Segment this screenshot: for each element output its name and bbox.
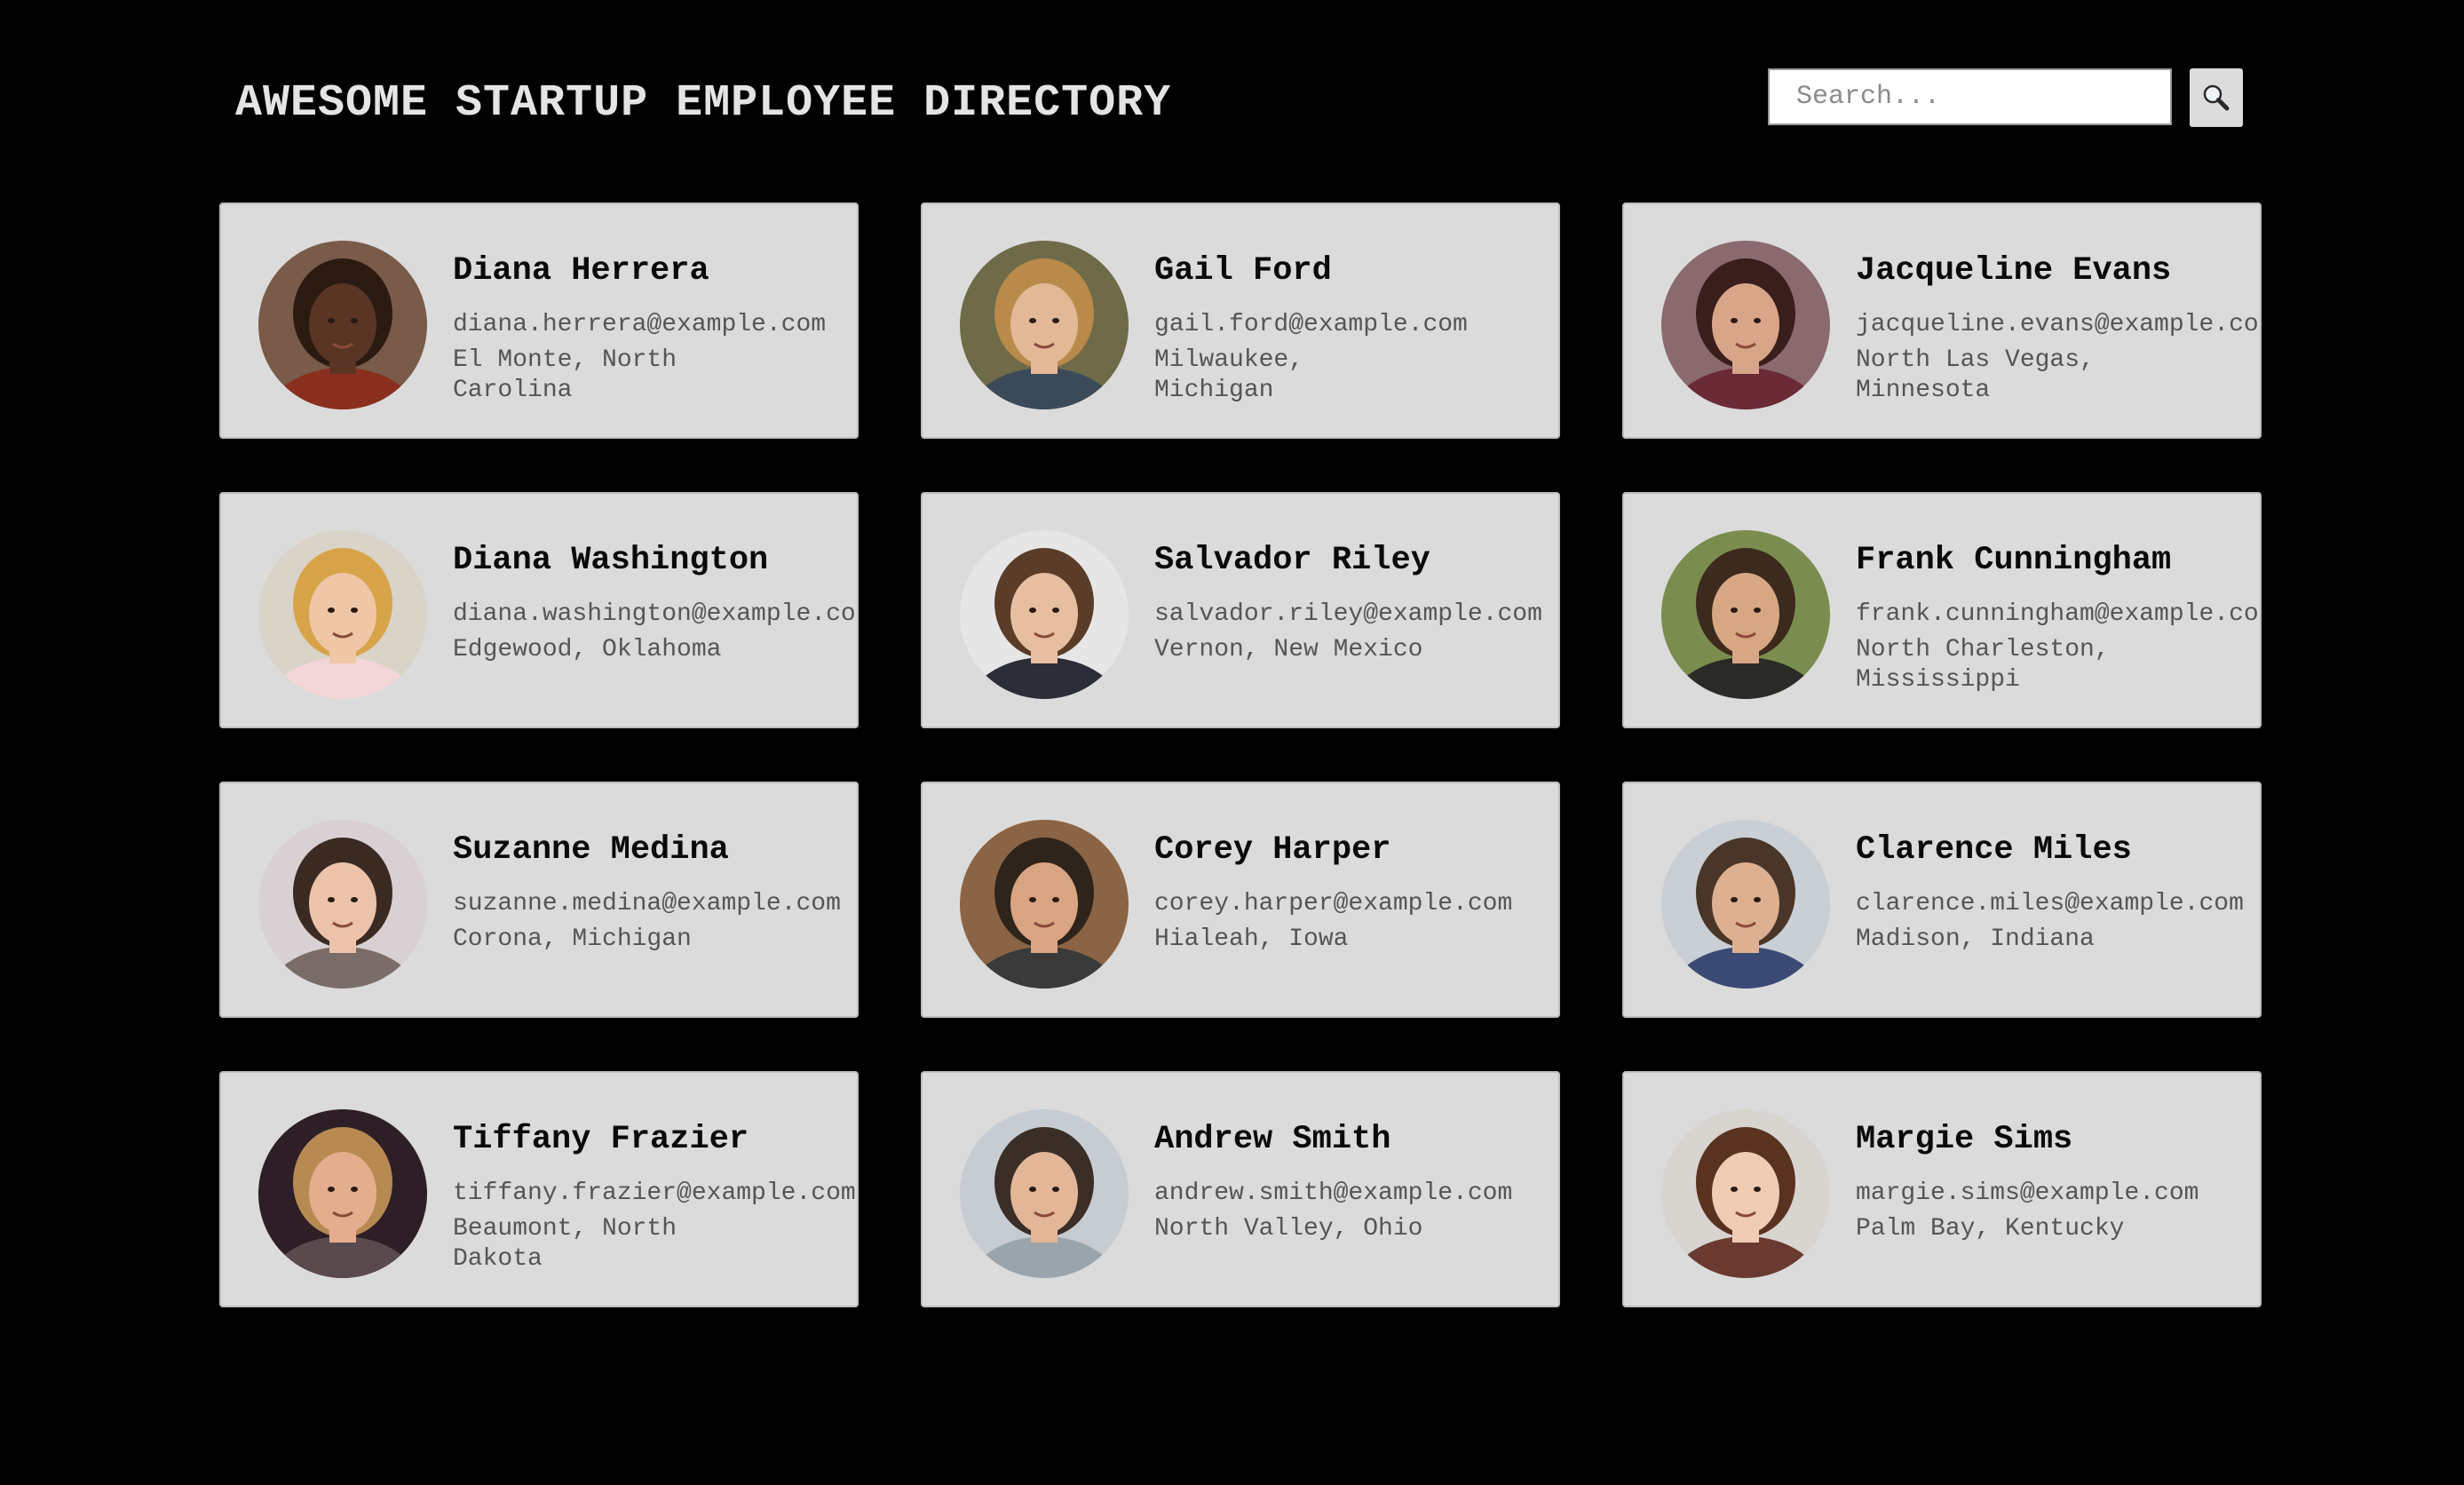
employee-card[interactable]: Tiffany Frazier tiffany.frazier@example.c… <box>219 1071 859 1307</box>
employee-card[interactable]: Andrew Smith andrew.smith@example.com Nort… <box>921 1071 1560 1307</box>
employee-card[interactable]: Diana Herrera diana.herrera@example.com El… <box>219 202 859 439</box>
employee-info: Jacqueline Evans jacqueline.evans@example… <box>1856 250 2260 406</box>
employee-email: suzanne.medina@example.com <box>453 890 841 918</box>
employee-card[interactable]: Corey Harper corey.harper@example.com Hial… <box>921 782 1560 1018</box>
employee-name: Frank Cunningham <box>1856 542 2172 579</box>
employee-email: tiffany.frazier@example.com <box>453 1179 856 1208</box>
employee-location: Milwaukee, Michigan <box>1154 346 1304 405</box>
magnifier-icon <box>2203 84 2230 111</box>
employee-card[interactable]: Jacqueline Evans jacqueline.evans@example… <box>1622 202 2262 439</box>
employee-email: salvador.riley@example.com <box>1154 600 1542 629</box>
employee-info: Clarence Miles clarence.miles@example.com… <box>1856 830 2260 955</box>
employee-card[interactable]: Frank Cunningham frank.cunningham@example… <box>1622 492 2262 728</box>
employee-email: frank.cunningham@example.com <box>1856 600 2262 629</box>
employee-avatar <box>960 1109 1129 1278</box>
employee-info: Suzanne Medina suzanne.medina@example.com… <box>453 830 857 955</box>
employee-location: North Las Vegas, Minnesota <box>1856 346 2095 405</box>
employee-email: corey.harper@example.com <box>1154 890 1513 918</box>
employee-location: North Valley, Ohio <box>1154 1215 1423 1243</box>
employee-card[interactable]: Margie Sims margie.sims@example.com Palm B… <box>1622 1071 2262 1307</box>
employee-avatar <box>960 820 1129 989</box>
employee-avatar <box>1661 1109 1830 1278</box>
employee-info: Andrew Smith andrew.smith@example.com Nort… <box>1154 1119 1558 1244</box>
employee-info: Diana Herrera diana.herrera@example.com El… <box>453 250 857 406</box>
employee-avatar <box>258 820 427 989</box>
employee-avatar <box>1661 241 1830 409</box>
employee-info: Salvador Riley salvador.riley@example.com… <box>1154 540 1558 665</box>
employee-email: andrew.smith@example.com <box>1154 1179 1513 1208</box>
employee-email: margie.sims@example.com <box>1856 1179 2199 1208</box>
employee-email: clarence.miles@example.com <box>1856 890 2244 918</box>
employee-card[interactable]: Diana Washington diana.washington@example… <box>219 492 859 728</box>
search-input[interactable] <box>1768 68 2172 125</box>
employee-name: Jacqueline Evans <box>1856 252 2172 290</box>
employee-location: Edgewood, Oklahoma <box>453 636 722 664</box>
employee-name: Corey Harper <box>1154 831 1391 869</box>
employee-info: Margie Sims margie.sims@example.com Palm B… <box>1856 1119 2260 1244</box>
employee-email: jacqueline.evans@example.com <box>1856 311 2262 339</box>
page-header: AWESOME STARTUP EMPLOYEE DIRECTORY <box>0 0 2464 178</box>
employee-avatar <box>960 241 1129 409</box>
employee-location: El Monte, North Carolina <box>453 346 677 405</box>
employee-avatar <box>258 530 427 699</box>
employee-location: Madison, Indiana <box>1856 925 2095 954</box>
employee-name: Diana Washington <box>453 542 769 579</box>
employee-location: Corona, Michigan <box>453 925 692 954</box>
employee-name: Suzanne Medina <box>453 831 729 869</box>
employee-info: Diana Washington diana.washington@example… <box>453 540 857 665</box>
employee-card[interactable]: Salvador Riley salvador.riley@example.com… <box>921 492 1560 728</box>
employee-card[interactable]: Clarence Miles clarence.miles@example.com… <box>1622 782 2262 1018</box>
employee-avatar <box>960 530 1129 699</box>
employee-location: Hialeah, Iowa <box>1154 925 1349 954</box>
employee-avatar <box>1661 820 1830 989</box>
employee-name: Margie Sims <box>1856 1121 2073 1158</box>
employee-email: gail.ford@example.com <box>1154 311 1468 339</box>
employee-location: Beaumont, North Dakota <box>453 1215 677 1274</box>
employee-avatar <box>258 241 427 409</box>
employee-name: Andrew Smith <box>1154 1121 1391 1158</box>
employee-location: Palm Bay, Kentucky <box>1856 1215 2125 1243</box>
employee-name: Salvador Riley <box>1154 542 1430 579</box>
employee-location: North Charleston, Mississippi <box>1856 636 2110 695</box>
employee-card[interactable]: Gail Ford gail.ford@example.com Milwaukee,… <box>921 202 1560 439</box>
employee-name: Clarence Miles <box>1856 831 2132 869</box>
page-title: AWESOME STARTUP EMPLOYEE DIRECTORY <box>235 78 1172 129</box>
employee-info: Tiffany Frazier tiffany.frazier@example.c… <box>453 1119 857 1275</box>
employee-location: Vernon, New Mexico <box>1154 636 1423 664</box>
employee-gallery: Diana Herrera diana.herrera@example.com El… <box>219 202 2262 1307</box>
employee-name: Tiffany Frazier <box>453 1121 749 1158</box>
employee-email: diana.washington@example.com <box>453 600 859 629</box>
employee-name: Gail Ford <box>1154 252 1332 290</box>
employee-email: diana.herrera@example.com <box>453 311 827 339</box>
search-button[interactable] <box>2190 68 2243 127</box>
employee-info: Frank Cunningham frank.cunningham@example… <box>1856 540 2260 695</box>
employee-card[interactable]: Suzanne Medina suzanne.medina@example.com… <box>219 782 859 1018</box>
employee-avatar <box>258 1109 427 1278</box>
employee-info: Corey Harper corey.harper@example.com Hial… <box>1154 830 1558 955</box>
employee-name: Diana Herrera <box>453 252 709 290</box>
employee-info: Gail Ford gail.ford@example.com Milwaukee,… <box>1154 250 1558 406</box>
employee-avatar <box>1661 530 1830 699</box>
